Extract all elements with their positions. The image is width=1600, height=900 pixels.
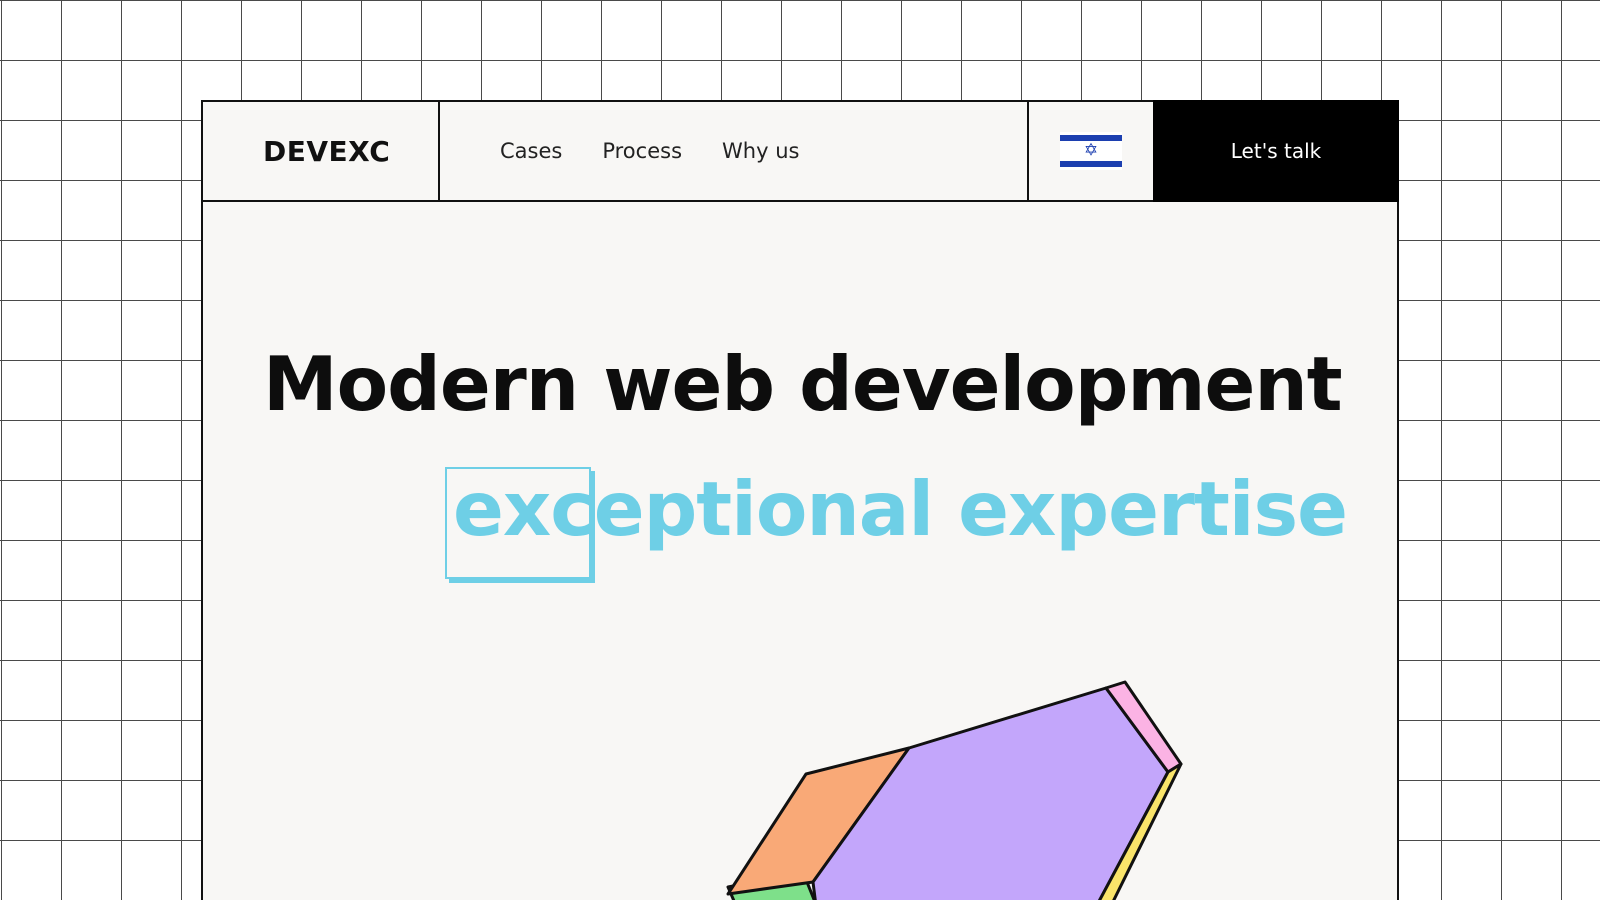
- page-frame: DEVEXC Cases Process Why us ✡ Let's talk…: [201, 100, 1399, 900]
- 3d-hexagon-illustration: [726, 680, 1183, 900]
